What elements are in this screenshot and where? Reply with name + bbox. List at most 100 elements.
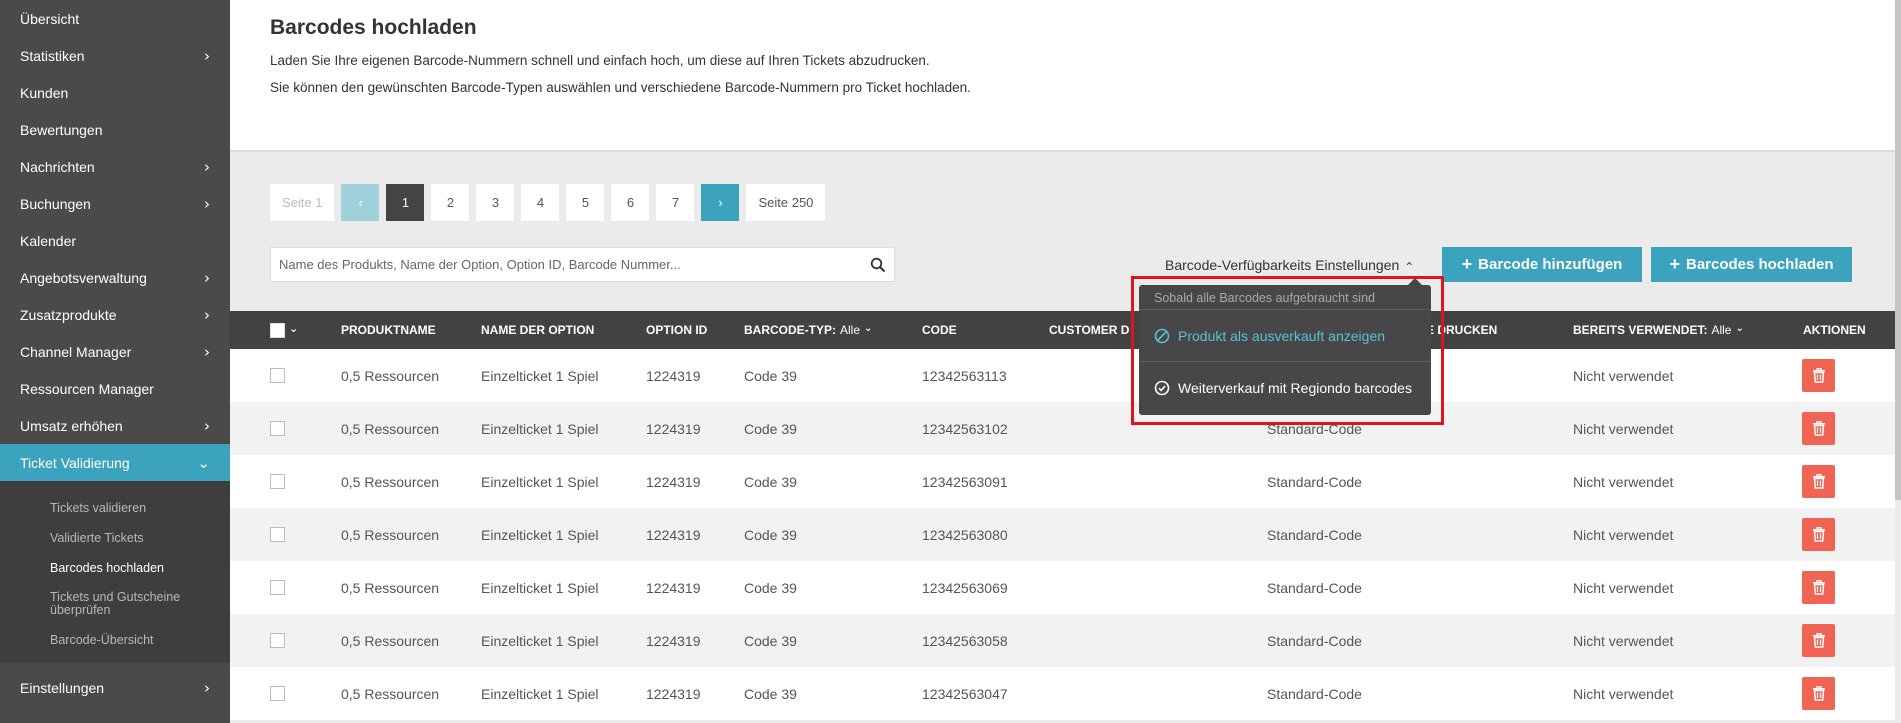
barcode-availability-toggle[interactable]: Barcode-Verfügbarkeits Einstellungen ⌃ bbox=[1165, 256, 1414, 274]
row-checkbox[interactable] bbox=[270, 368, 285, 383]
sidebar-item-label: Ticket Validierung bbox=[20, 454, 130, 471]
add-barcode-label: Barcode hinzufügen bbox=[1478, 256, 1623, 273]
pagination-page-2[interactable]: 2 bbox=[431, 184, 470, 221]
header-barcode-type[interactable]: BARCODE-TYP: Alle ⌄ bbox=[744, 311, 872, 349]
sidebar-item-label: Angebotsverwaltung bbox=[20, 269, 147, 286]
cell-option: Einzelticket 1 Spiel bbox=[481, 685, 599, 702]
pagination-prev-button[interactable]: ‹ bbox=[341, 184, 380, 221]
header-used[interactable]: BEREITS VERWENDET: Alle ⌄ bbox=[1573, 311, 1744, 349]
cell-option-id: 1224319 bbox=[646, 473, 701, 490]
sidebar-item-kalender[interactable]: Kalender bbox=[0, 222, 230, 259]
pagination-page-5[interactable]: 5 bbox=[566, 184, 605, 221]
cell-product: 0,5 Ressourcen bbox=[341, 579, 440, 596]
barcode-availability-label: Barcode-Verfügbarkeits Einstellungen bbox=[1165, 257, 1400, 273]
chevron-down-icon[interactable]: ⌄ bbox=[289, 322, 298, 335]
cell-used: Nicht verwendet bbox=[1573, 367, 1674, 384]
cell-option: Einzelticket 1 Spiel bbox=[481, 579, 599, 596]
scrollbar[interactable] bbox=[1895, 0, 1901, 500]
cell-option-id: 1224319 bbox=[646, 367, 701, 384]
sidebar-item-ticket-validierung[interactable]: Ticket Validierung ⌄ bbox=[0, 444, 230, 481]
search-input[interactable] bbox=[279, 257, 870, 272]
sidebar-item-buchungen[interactable]: Buchungen › bbox=[0, 185, 230, 222]
row-checkbox[interactable] bbox=[270, 421, 285, 436]
trash-icon bbox=[1812, 580, 1825, 595]
select-all-checkbox[interactable] bbox=[270, 322, 285, 338]
delete-button[interactable] bbox=[1802, 412, 1835, 445]
option-continue-regiondo[interactable]: Weiterverkauf mit Regiondo barcodes bbox=[1139, 362, 1431, 414]
sidebar-item-ressourcen-manager[interactable]: Ressourcen Manager bbox=[0, 370, 230, 407]
pagination-last-label[interactable]: Seite 250 bbox=[746, 184, 826, 221]
sidebar-item-nachrichten[interactable]: Nachrichten › bbox=[0, 148, 230, 185]
pagination-next-button[interactable]: › bbox=[701, 184, 740, 221]
delete-button[interactable] bbox=[1802, 571, 1835, 604]
header-used-label: BEREITS VERWENDET: bbox=[1573, 323, 1708, 337]
header-actions-label: AKTIONEN bbox=[1803, 323, 1866, 337]
sidebar: Übersicht Statistiken › Kunden Bewertungen Na… bbox=[0, 0, 230, 723]
delete-button[interactable] bbox=[1802, 624, 1835, 657]
sidebar-item-angebotsverwaltung[interactable]: Angebotsverwaltung › bbox=[0, 259, 230, 296]
subnav-item-tickets-gutscheine-pruefen[interactable]: Tickets und Gutscheine überprüfen bbox=[0, 583, 230, 625]
sidebar-item-umsatz-erhöhen[interactable]: Umsatz erhöhen › bbox=[0, 407, 230, 444]
subnav-item-barcodes-hochladen[interactable]: Barcodes hochladen bbox=[0, 553, 230, 583]
cell-product: 0,5 Ressourcen bbox=[341, 420, 440, 437]
option-show-sold-out[interactable]: Produkt als ausverkauft anzeigen bbox=[1139, 310, 1431, 362]
delete-button[interactable] bbox=[1802, 518, 1835, 551]
chevron-right-icon: › bbox=[204, 46, 210, 65]
sidebar-item-label: Umsatz erhöhen bbox=[20, 417, 123, 434]
select-all-control[interactable]: ⌄ bbox=[270, 311, 298, 349]
cell-print: Standard-Code bbox=[1267, 579, 1362, 596]
upload-barcodes-label: Barcodes hochladen bbox=[1685, 256, 1834, 273]
sidebar-item-label: Übersicht bbox=[20, 10, 80, 27]
chevron-right-icon: › bbox=[204, 342, 210, 361]
trash-icon bbox=[1812, 474, 1825, 489]
cell-product: 0,5 Ressourcen bbox=[341, 367, 440, 384]
add-barcode-button[interactable]: + Barcode hinzufügen bbox=[1442, 247, 1642, 282]
pagination-first-label[interactable]: Seite 1 bbox=[270, 184, 335, 221]
row-checkbox[interactable] bbox=[270, 686, 285, 701]
sidebar-item-bewertungen[interactable]: Bewertungen bbox=[0, 111, 230, 148]
cell-used: Nicht verwendet bbox=[1573, 473, 1674, 490]
sidebar-item-einstellungen[interactable]: Einstellungen › bbox=[0, 669, 230, 706]
row-checkbox-cell bbox=[270, 561, 285, 614]
pagination-page-7[interactable]: 7 bbox=[656, 184, 695, 221]
row-checkbox[interactable] bbox=[270, 633, 285, 648]
table-body: 0,5 Ressourcen Einzelticket 1 Spiel 122431… bbox=[230, 349, 1895, 720]
sidebar-item-übersicht[interactable]: Übersicht bbox=[0, 0, 230, 37]
cell-option: Einzelticket 1 Spiel bbox=[481, 632, 599, 649]
delete-button[interactable] bbox=[1802, 677, 1835, 710]
subnav-item-validierte-tickets[interactable]: Validierte Tickets bbox=[0, 523, 230, 553]
subnav-item-barcode-uebersicht[interactable]: Barcode-Übersicht bbox=[0, 625, 230, 655]
pagination-page-1[interactable]: 1 bbox=[386, 184, 425, 221]
table-row: 0,5 Ressourcen Einzelticket 1 Spiel 122431… bbox=[230, 667, 1895, 720]
sidebar-item-statistiken[interactable]: Statistiken › bbox=[0, 37, 230, 74]
header-code: CODE bbox=[922, 311, 957, 349]
row-checkbox[interactable] bbox=[270, 474, 285, 489]
table-row: 0,5 Ressourcen Einzelticket 1 Spiel 122431… bbox=[230, 455, 1895, 508]
chevron-down-icon: ⌄ bbox=[197, 453, 210, 472]
cell-print: Standard-Code bbox=[1267, 526, 1362, 543]
check-circle-icon bbox=[1154, 380, 1170, 396]
sidebar-item-channel-manager[interactable]: Channel Manager › bbox=[0, 333, 230, 370]
sidebar-item-zusatzprodukte[interactable]: Zusatzprodukte › bbox=[0, 296, 230, 333]
sidebar-item-kunden[interactable]: Kunden bbox=[0, 74, 230, 111]
table-row: 0,5 Ressourcen Einzelticket 1 Spiel 122431… bbox=[230, 614, 1895, 667]
search-icon[interactable] bbox=[870, 257, 886, 273]
barcode-availability-dropdown: Sobald alle Barcodes aufgebraucht sind P… bbox=[1139, 278, 1431, 415]
table-row: 0,5 Ressourcen Einzelticket 1 Spiel 122431… bbox=[230, 561, 1895, 614]
row-actions-cell bbox=[1802, 455, 1835, 508]
delete-button[interactable] bbox=[1802, 465, 1835, 498]
cell-used: Nicht verwendet bbox=[1573, 579, 1674, 596]
row-checkbox[interactable] bbox=[270, 527, 285, 542]
upload-barcodes-button[interactable]: + Barcodes hochladen bbox=[1651, 247, 1852, 282]
cell-code: 12342563091 bbox=[922, 473, 1008, 490]
delete-button[interactable] bbox=[1802, 359, 1835, 392]
chevron-left-icon: ‹ bbox=[358, 195, 363, 210]
sidebar-item-label: Channel Manager bbox=[20, 343, 132, 360]
subnav-item-tickets-validieren[interactable]: Tickets validieren bbox=[0, 493, 230, 523]
row-checkbox[interactable] bbox=[270, 580, 285, 595]
pagination-page-4[interactable]: 4 bbox=[521, 184, 560, 221]
pagination-page-6[interactable]: 6 bbox=[611, 184, 650, 221]
cell-option: Einzelticket 1 Spiel bbox=[481, 367, 599, 384]
pagination-page-3[interactable]: 3 bbox=[476, 184, 515, 221]
cell-option: Einzelticket 1 Spiel bbox=[481, 526, 599, 543]
